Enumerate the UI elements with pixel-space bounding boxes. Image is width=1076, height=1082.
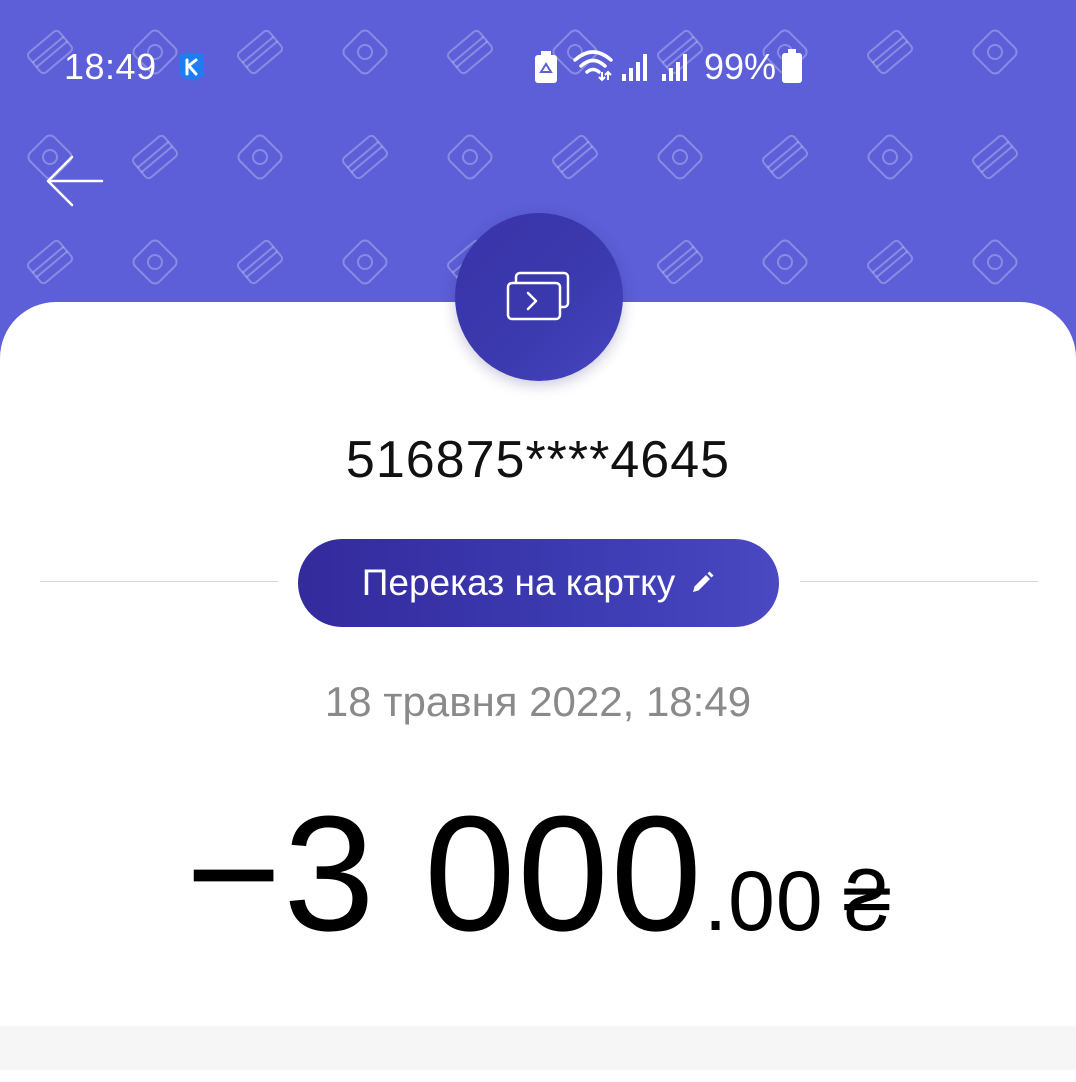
wifi-icon [573,50,613,82]
kyivstar-icon [180,54,204,81]
battery-percent: 99% [704,46,777,87]
divider [800,581,1038,582]
transaction-amount: −3 000.00 ₴ [0,780,1076,968]
category-label: Переказ на картку [361,562,676,603]
pencil-icon [693,571,714,592]
battery-icon [782,49,802,83]
transaction-datetime: 18 травня 2022, 18:49 [324,678,752,725]
back-button[interactable] [36,146,112,216]
bottom-section [0,1026,1076,1070]
signal-icon [662,54,687,81]
battery-saver-icon [535,51,557,83]
divider [40,581,278,582]
transaction-avatar [455,213,623,381]
arrow-left-icon [46,155,104,207]
currency-symbol: ₴ [843,854,891,948]
amount-decimal: .00 [703,854,824,948]
status-time: 18:49 [64,46,157,87]
status-bar: 18:49 99% [0,0,1076,140]
card-transfer-icon [506,271,570,321]
amount-integer: −3 000 [185,782,704,965]
category-button[interactable]: Переказ на картку [298,539,779,627]
signal-icon [622,54,647,81]
card-number: 516875****4645 [345,431,731,489]
pattern-row-2 [24,131,1020,183]
